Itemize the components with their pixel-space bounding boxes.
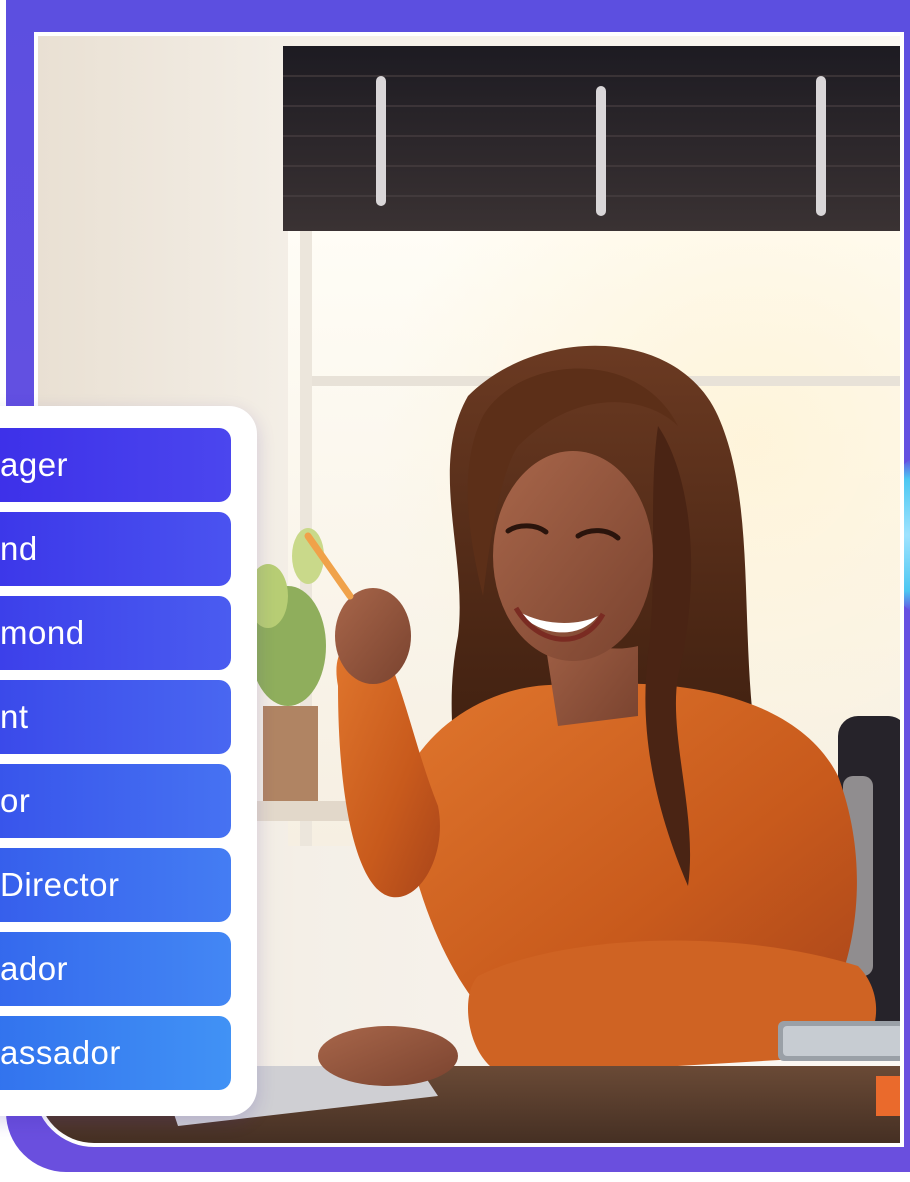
rank-label-text: Director bbox=[0, 866, 120, 903]
rank-list: ager nd mond nt or Director ador assador bbox=[0, 428, 231, 1090]
promo-graphic: ager nd mond nt or Director ador assador bbox=[0, 0, 910, 1182]
rank-label-item[interactable]: ador bbox=[0, 932, 231, 1006]
rank-label-text: mond bbox=[0, 614, 85, 651]
rank-label-text: ador bbox=[0, 950, 69, 987]
rank-label-item[interactable]: ager bbox=[0, 428, 231, 502]
rank-label-text: nd bbox=[0, 530, 38, 567]
rank-label-item[interactable]: nt bbox=[0, 680, 231, 754]
rank-label-text: or bbox=[0, 782, 31, 819]
rank-label-item[interactable]: mond bbox=[0, 596, 231, 670]
rank-label-text: nt bbox=[0, 698, 29, 735]
rank-card: ager nd mond nt or Director ador assador bbox=[0, 406, 257, 1116]
rank-label-item[interactable]: assador bbox=[0, 1016, 231, 1090]
rank-label-text: assador bbox=[0, 1034, 121, 1071]
rank-label-item[interactable]: or bbox=[0, 764, 231, 838]
rank-label-text: ager bbox=[0, 446, 69, 483]
rank-label-item[interactable]: Director bbox=[0, 848, 231, 922]
rank-label-item[interactable]: nd bbox=[0, 512, 231, 586]
